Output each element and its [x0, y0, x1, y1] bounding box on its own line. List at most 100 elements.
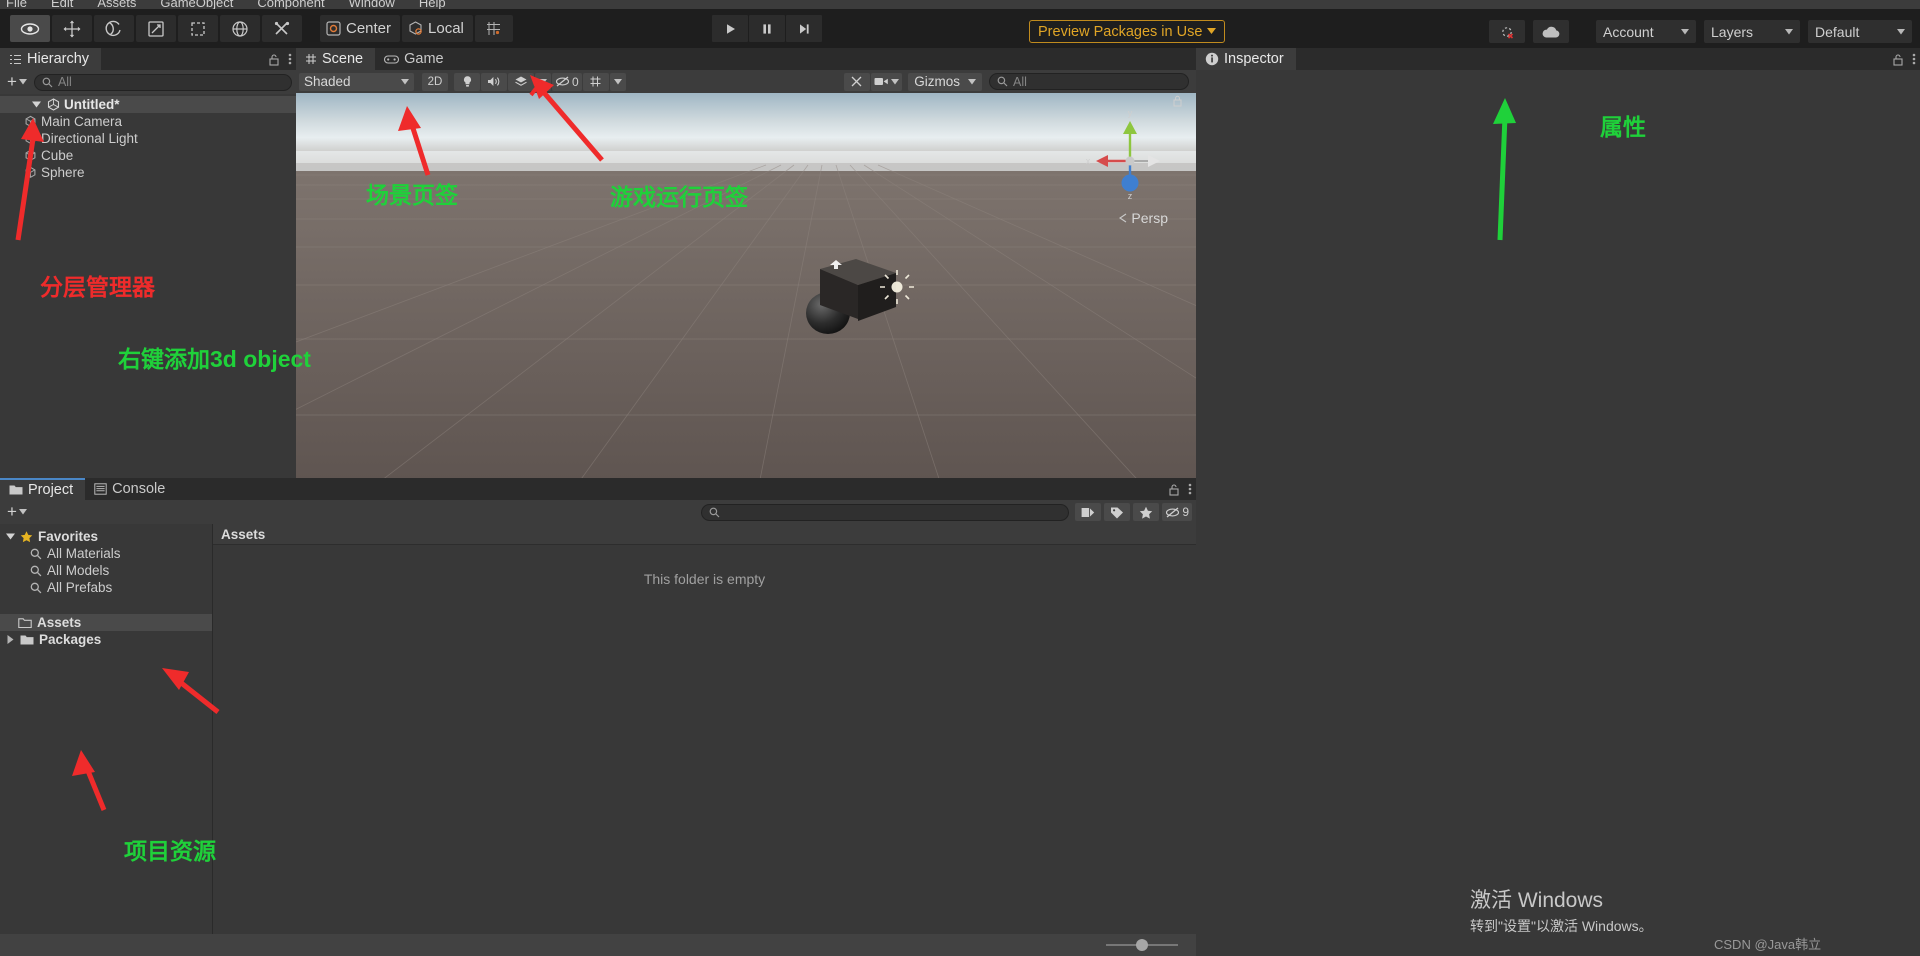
project-tree-label: All Prefabs	[47, 580, 113, 595]
scene-visibility-button[interactable]: 0	[552, 72, 582, 91]
project-badge-count: 9	[1182, 505, 1189, 519]
transform-tool-button[interactable]	[220, 15, 260, 42]
account-dropdown[interactable]: Account	[1596, 20, 1696, 43]
project-content[interactable]: Assets This folder is empty	[212, 524, 1196, 956]
move-tool-button[interactable]	[52, 15, 92, 42]
project-search-input[interactable]	[701, 503, 1070, 521]
hierarchy-add-label: +	[7, 72, 17, 91]
tab-scene[interactable]: Scene	[296, 48, 376, 70]
hierarchy-row-sphere[interactable]: Sphere	[0, 164, 296, 181]
label-tag-icon	[1111, 507, 1124, 518]
scene-lighting-button[interactable]	[454, 72, 480, 91]
preview-packages-label: Preview Packages in Use	[1038, 23, 1203, 40]
hierarchy-row-main-camera[interactable]: Main Camera	[0, 113, 296, 130]
project-filter-label-button[interactable]	[1104, 503, 1131, 521]
rotate-tool-button[interactable]	[94, 15, 134, 42]
scene-fx-button[interactable]	[508, 72, 534, 91]
pivot-rotation-button[interactable]: Local	[402, 15, 473, 42]
project-zoom-slider[interactable]	[1106, 939, 1178, 951]
windows-activation-subtitle: 转到"设置"以激活 Windows。	[1470, 918, 1653, 934]
pivot-mode-button[interactable]: Center	[320, 15, 401, 42]
scene-camera-button[interactable]	[871, 72, 903, 91]
scene-viewport[interactable]: y x z Persp	[296, 93, 1196, 500]
scene-view-panel: Scene Game Shaded 2D 0 Gizmos All y x z …	[296, 48, 1196, 500]
annotation-label-add3d: 右键添加3d object	[118, 346, 311, 372]
scene-fx-dropdown[interactable]	[535, 72, 551, 91]
gizmo-z-label: z	[1128, 191, 1133, 201]
scene-search-placeholder: All	[1013, 74, 1027, 89]
draw-mode-dropdown[interactable]: Shaded	[299, 72, 414, 91]
project-tree-label: Favorites	[38, 529, 99, 544]
menu-item-help[interactable]: Help	[419, 0, 446, 9]
gameobject-icon	[25, 115, 36, 127]
pivot-rotation-label: Local	[428, 20, 464, 37]
cloud-button[interactable]	[1533, 20, 1569, 43]
scene-search-input[interactable]: All	[989, 73, 1189, 90]
play-button[interactable]	[712, 15, 748, 42]
star-icon	[1140, 506, 1153, 519]
menu-item-file[interactable]: File	[6, 0, 27, 9]
rect-tool-button[interactable]	[178, 15, 218, 42]
project-tree-all-materials[interactable]: All Materials	[0, 545, 212, 562]
info-icon	[1205, 52, 1219, 66]
hierarchy-row-cube[interactable]: Cube	[0, 147, 296, 164]
scale-tool-button[interactable]	[136, 15, 176, 42]
custom-tool-button[interactable]	[262, 15, 302, 42]
pause-button[interactable]	[749, 15, 785, 42]
tab-scene-label: Scene	[322, 51, 364, 67]
scene-view-gizmo[interactable]: y x z	[1082, 103, 1178, 213]
scene-grid-dropdown[interactable]	[609, 72, 626, 91]
scene-grid-button[interactable]	[582, 72, 609, 91]
toggle-2d-button[interactable]: 2D	[422, 72, 448, 91]
chevron-down-icon	[539, 78, 547, 84]
inspector-body	[1196, 70, 1920, 956]
hierarchy-row-scene[interactable]: Untitled*	[0, 96, 296, 113]
project-tree-assets[interactable]: Assets	[0, 614, 212, 631]
menu-item-assets[interactable]: Assets	[97, 0, 136, 9]
project-tree-packages[interactable]: Packages	[0, 631, 212, 648]
project-body: Favorites All Materials All Models All P…	[0, 524, 1196, 956]
gameobject-icon	[25, 149, 36, 161]
project-filter-favorite-button[interactable]	[1133, 503, 1160, 521]
grid-snapping-button[interactable]	[474, 15, 513, 42]
project-tree-all-models[interactable]: All Models	[0, 562, 212, 579]
scene-tools-button[interactable]	[844, 72, 871, 91]
project-filter-type-button[interactable]	[1075, 503, 1102, 521]
zoom-slider-knob[interactable]	[1136, 939, 1148, 951]
scene-projection-label[interactable]: Persp	[1118, 210, 1168, 226]
project-add-button[interactable]: +	[4, 502, 30, 522]
hierarchy-search-input[interactable]: All	[33, 73, 292, 91]
project-tree-all-prefabs[interactable]: All Prefabs	[0, 579, 212, 596]
project-footer	[0, 934, 1196, 956]
hierarchy-row-label: Untitled*	[64, 97, 120, 112]
menu-item-edit[interactable]: Edit	[51, 0, 73, 9]
project-tree-label: Assets	[37, 615, 82, 630]
project-breadcrumb[interactable]: Assets	[213, 524, 1196, 545]
gizmos-dropdown[interactable]: Gizmos	[908, 72, 982, 91]
hierarchy-add-button[interactable]: +	[4, 72, 30, 92]
hand-tool-button[interactable]	[10, 15, 50, 42]
menu-item-window[interactable]: Window	[349, 0, 395, 9]
pivot-mode-label: Center	[346, 20, 392, 37]
layout-dropdown[interactable]: Default	[1808, 20, 1912, 43]
scene-audio-button[interactable]	[481, 72, 507, 91]
preview-packages-dropdown[interactable]: Preview Packages in Use	[1029, 20, 1226, 43]
menu-item-gameobject[interactable]: GameObject	[160, 0, 233, 9]
tab-game[interactable]: Game	[375, 48, 456, 70]
toggle-2d-label: 2D	[427, 75, 443, 88]
collab-button[interactable]	[1489, 20, 1525, 43]
search-icon	[30, 582, 42, 593]
tab-console[interactable]: Console	[85, 478, 177, 500]
project-tree-favorites[interactable]: Favorites	[0, 528, 212, 545]
chevron-down-icon	[613, 78, 622, 84]
project-visibility-count[interactable]: 9	[1162, 503, 1192, 521]
audio-icon	[488, 77, 500, 86]
layers-dropdown[interactable]: Layers	[1704, 20, 1800, 43]
menu-item-component[interactable]: Component	[257, 0, 324, 9]
hierarchy-row-directional-light[interactable]: Directional Light	[0, 130, 296, 147]
wrench-icon	[851, 76, 862, 87]
tab-project[interactable]: Project	[0, 478, 86, 500]
tab-hierarchy[interactable]: Hierarchy	[0, 48, 102, 70]
tab-inspector[interactable]: Inspector	[1196, 48, 1296, 70]
step-button[interactable]	[786, 15, 822, 42]
